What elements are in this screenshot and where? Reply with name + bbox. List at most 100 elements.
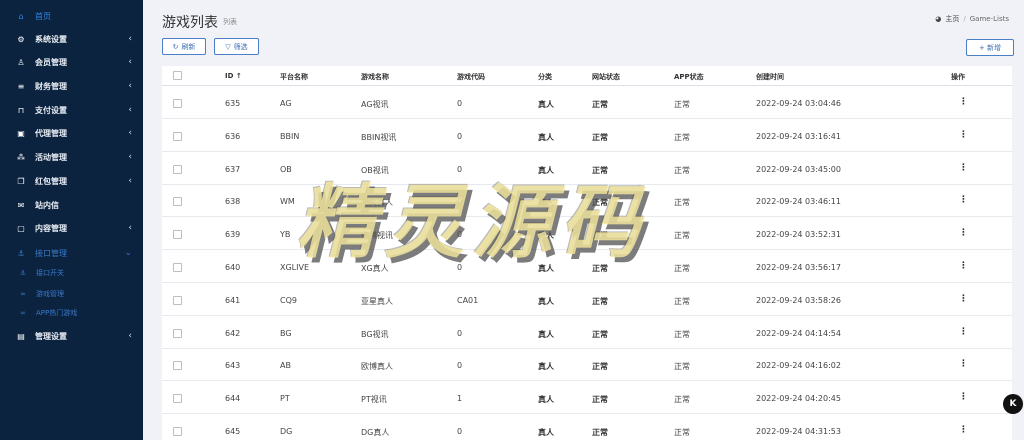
- game-table: ID ↑ 平台名称 游戏名称 游戏代码 分类 网站状态 APP状态 创建时间 操…: [162, 66, 1012, 440]
- chevron-left-icon: ‹: [128, 331, 132, 341]
- sidebar-item-label: 会员管理: [35, 57, 67, 67]
- cell-platform: OB: [280, 164, 292, 174]
- cell-created: 2022-09-24 03:46:11: [756, 197, 841, 207]
- row-checkbox[interactable]: [173, 164, 182, 174]
- row-checkbox[interactable]: [173, 230, 182, 240]
- table-row: 643 AB 欧博真人 0 真人 正常 正常 2022-09-24 04:16:02 ⋮: [162, 349, 1012, 382]
- sidebar-item-activities[interactable]: ⁂ 活动管理 ‹: [0, 147, 143, 167]
- filter-icon: ▽: [225, 42, 231, 51]
- chevron-left-icon: ‹: [128, 223, 132, 233]
- table-header: ID ↑ 平台名称 游戏名称 游戏代码 分类 网站状态 APP状态 创建时间 操…: [162, 66, 1012, 86]
- sidebar-subitem-game-management[interactable]: ∞ 游戏管理: [0, 286, 143, 302]
- row-actions-menu-icon[interactable]: ⋮: [959, 425, 968, 435]
- row-actions-menu-icon[interactable]: ⋮: [959, 97, 968, 107]
- cell-game-name: PT视讯: [361, 395, 387, 405]
- row-checkbox[interactable]: [173, 99, 182, 108]
- row-checkbox[interactable]: [173, 197, 182, 207]
- cell-game-code: 0: [457, 361, 463, 371]
- cell-platform: BG: [280, 328, 292, 338]
- sidebar-subitem-interface-switch[interactable]: ⚓ 接口开关: [0, 265, 143, 281]
- cell-id: 644: [225, 394, 241, 404]
- row-actions-menu-icon[interactable]: ⋮: [959, 130, 968, 140]
- table-row: 637 OB OB视讯 0 真人 正常 正常 2022-09-24 03:45:00 ⋮: [162, 153, 1012, 185]
- cell-category: 真人: [538, 198, 554, 208]
- row-checkbox[interactable]: [173, 131, 182, 141]
- row-actions-menu-icon[interactable]: ⋮: [959, 195, 968, 205]
- breadcrumb: ◕ 主页 / Game-Lists: [935, 14, 1009, 24]
- sidebar-item-system-settings[interactable]: ⚙ 系统设置 ‹: [0, 29, 143, 49]
- row-actions-menu-icon[interactable]: ⋮: [959, 294, 968, 304]
- refresh-icon: ↻: [172, 42, 179, 51]
- sidebar-item-content[interactable]: ▢ 内容管理 ‹: [0, 218, 143, 238]
- sidebar: ⌂ 首页 ⚙ 系统设置 ‹ ♙ 会员管理 ‹ ≡ 财务管理 ‹ ⊓ 支付设置 ‹…: [0, 0, 143, 440]
- select-all-checkbox[interactable]: [173, 71, 182, 80]
- row-checkbox[interactable]: [173, 328, 182, 338]
- cell-app-status: 正常: [674, 198, 690, 208]
- cell-id: 636: [225, 131, 241, 141]
- sidebar-item-finance[interactable]: ≡ 财务管理 ‹: [0, 76, 143, 96]
- sidebar-item-interfaces[interactable]: ⚓ 接口管理 ⌄: [0, 243, 143, 263]
- column-header-id[interactable]: ID ↑: [225, 72, 242, 80]
- sidebar-item-label: 红包管理: [35, 176, 67, 186]
- cell-app-status: 正常: [674, 231, 690, 241]
- row-actions-menu-icon[interactable]: ⋮: [959, 228, 968, 238]
- cell-platform: XGLIVE: [280, 263, 310, 272]
- column-header-platform: 平台名称: [280, 73, 308, 81]
- page-title: 游戏列表: [162, 15, 218, 31]
- add-button[interactable]: + 新增: [966, 39, 1014, 56]
- refresh-button[interactable]: ↻ 刷新: [162, 38, 206, 55]
- cell-created: 2022-09-24 03:52:31: [756, 230, 841, 240]
- refresh-label: 刷新: [181, 42, 196, 51]
- filter-button[interactable]: ▽ 筛选: [214, 38, 259, 55]
- cell-game-code: 0: [457, 427, 463, 436]
- row-checkbox[interactable]: [173, 394, 182, 404]
- id-card-icon: ▣: [17, 128, 25, 138]
- cell-created: 2022-09-24 03:45:00: [756, 164, 841, 174]
- table-row: 641 CQ9 亚星真人 CA01 真人 正常 正常 2022-09-24 03:58:26 ⋮: [162, 284, 1012, 316]
- breadcrumb-separator: /: [963, 15, 966, 23]
- cell-game-name: 亿博视讯: [361, 231, 393, 241]
- cell-created: 2022-09-24 03:58:26: [756, 295, 841, 305]
- sidebar-item-home[interactable]: ⌂ 首页: [0, 6, 143, 26]
- chevron-left-icon: ‹: [128, 34, 132, 44]
- cell-platform: CQ9: [280, 295, 297, 305]
- sidebar-item-admin-settings[interactable]: ▤ 管理设置 ‹: [0, 326, 143, 346]
- sidebar-item-label: 首页: [35, 11, 51, 21]
- link-icon: ∞: [20, 290, 26, 298]
- sidebar-item-payment[interactable]: ⊓ 支付设置 ‹: [0, 100, 143, 120]
- column-header-app-status: APP状态: [674, 73, 704, 81]
- main-content: 游戏列表 列表 ◕ 主页 / Game-Lists ↻ 刷新 ▽ 筛选 + 新增…: [143, 0, 1024, 440]
- row-actions-menu-icon[interactable]: ⋮: [959, 327, 968, 337]
- sidebar-item-members[interactable]: ♙ 会员管理 ‹: [0, 52, 143, 72]
- cell-id: 639: [225, 230, 241, 240]
- row-actions-menu-icon[interactable]: ⋮: [959, 261, 968, 271]
- cell-id: 645: [225, 427, 241, 436]
- cell-id: 638: [225, 197, 241, 207]
- network-icon: ⁂: [17, 152, 25, 162]
- clone-icon: ❐: [17, 176, 25, 186]
- cell-app-status: 正常: [674, 329, 690, 339]
- cell-platform: WM: [280, 197, 295, 207]
- sidebar-item-messages[interactable]: ✉ 站内信: [0, 195, 143, 215]
- row-checkbox[interactable]: [173, 361, 182, 371]
- cell-app-status: 正常: [674, 296, 690, 306]
- cell-platform: DG: [280, 427, 293, 436]
- cell-site-status: 正常: [592, 198, 608, 208]
- cell-id: 641: [225, 295, 241, 305]
- row-actions-menu-icon[interactable]: ⋮: [959, 359, 968, 369]
- sidebar-item-red-packets[interactable]: ❐ 红包管理 ‹: [0, 171, 143, 191]
- row-checkbox[interactable]: [173, 427, 182, 436]
- cell-game-code: 0: [457, 131, 463, 141]
- cell-category: 真人: [538, 428, 554, 437]
- cell-app-status: 正常: [674, 264, 690, 273]
- cell-created: 2022-09-24 04:31:53: [756, 427, 841, 436]
- sidebar-subitem-app-hot-games[interactable]: ∞ APP热门游戏: [0, 305, 143, 321]
- corner-badge-icon[interactable]: K: [1003, 394, 1023, 414]
- cell-game-code: 0: [457, 164, 463, 174]
- sidebar-item-agents[interactable]: ▣ 代理管理 ‹: [0, 123, 143, 143]
- row-checkbox[interactable]: [173, 263, 182, 272]
- row-actions-menu-icon[interactable]: ⋮: [959, 392, 968, 402]
- row-actions-menu-icon[interactable]: ⋮: [959, 163, 968, 173]
- breadcrumb-home[interactable]: 主页: [945, 14, 959, 24]
- row-checkbox[interactable]: [173, 295, 182, 305]
